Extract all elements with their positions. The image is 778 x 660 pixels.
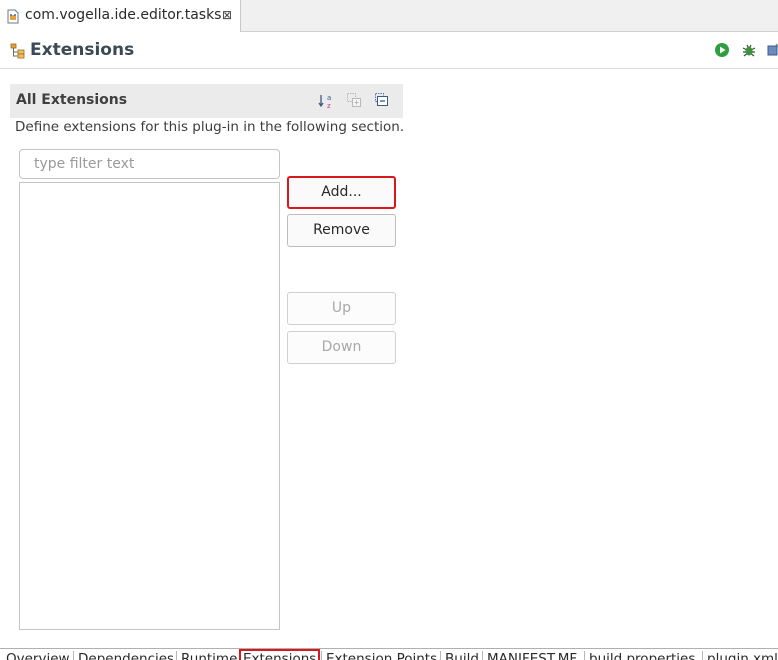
tab-overview[interactable]: Overview bbox=[6, 651, 70, 660]
expand-all-icon[interactable] bbox=[346, 92, 362, 112]
tab-extension-points[interactable]: Extension Points bbox=[321, 651, 437, 660]
filter-input[interactable] bbox=[19, 149, 280, 179]
tab-runtime[interactable]: Runtime bbox=[176, 651, 237, 660]
section-description: Define extensions for this plug-in in th… bbox=[15, 119, 405, 135]
up-button[interactable]: Up bbox=[287, 292, 396, 325]
tab-plugin-xml[interactable]: plugin.xml bbox=[702, 651, 778, 660]
sort-alphabetically-icon[interactable]: a z bbox=[318, 92, 336, 114]
export-wizard-icon[interactable] bbox=[766, 42, 778, 62]
section-header: All Extensions a z bbox=[10, 84, 403, 118]
tab-dependencies[interactable]: Dependencies bbox=[73, 651, 174, 660]
collapse-all-icon[interactable] bbox=[374, 92, 390, 112]
tab-manifest[interactable]: MANIFEST.MF bbox=[482, 651, 577, 660]
svg-text:a: a bbox=[327, 94, 331, 102]
tab-build-properties[interactable]: build.properties bbox=[584, 651, 695, 660]
editor-tab[interactable]: com.vogella.ide.editor.tasks ⊠ bbox=[0, 0, 241, 32]
svg-text:z: z bbox=[327, 102, 331, 110]
add-button[interactable]: Add... bbox=[287, 176, 396, 209]
close-icon[interactable]: ⊠ bbox=[222, 8, 232, 22]
remove-button[interactable]: Remove bbox=[287, 214, 396, 247]
tab-extensions[interactable]: Extensions bbox=[239, 649, 321, 660]
section-title: All Extensions bbox=[16, 92, 128, 108]
editor-tab-strip: com.vogella.ide.editor.tasks ⊠ bbox=[0, 0, 778, 32]
editor-tab-title: com.vogella.ide.editor.tasks bbox=[25, 7, 222, 23]
form-header: Extensions bbox=[0, 33, 778, 69]
down-button[interactable]: Down bbox=[287, 331, 396, 364]
plugin-manifest-icon bbox=[6, 9, 20, 28]
run-icon[interactable] bbox=[714, 42, 730, 62]
page-tabs: Overview Dependencies Runtime Extensions… bbox=[0, 648, 778, 660]
extensions-tree[interactable] bbox=[19, 182, 280, 630]
debug-icon[interactable] bbox=[741, 42, 757, 62]
tab-build[interactable]: Build bbox=[440, 651, 479, 660]
page-title: Extensions bbox=[30, 40, 135, 60]
extensions-icon bbox=[10, 43, 26, 63]
